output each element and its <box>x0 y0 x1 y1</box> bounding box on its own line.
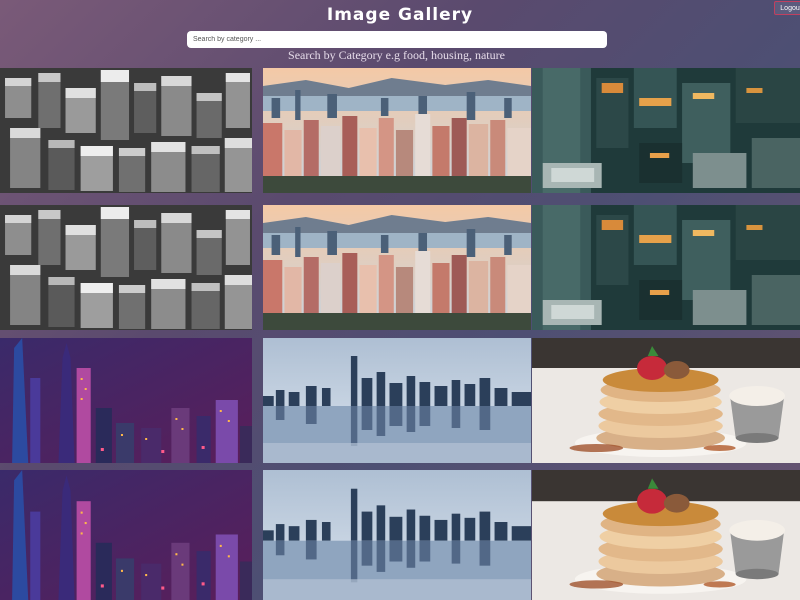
search-hint: Search by Category e.g food, housing, na… <box>288 48 505 62</box>
page-title: Image Gallery <box>326 5 474 25</box>
gallery-image-blue-skyline-reflection[interactable] <box>263 470 531 600</box>
gallery-image-blue-skyline-reflection[interactable] <box>263 338 531 463</box>
gallery-image-pancake-stack[interactable] <box>532 470 800 600</box>
gallery-image-harbor-city-sunset[interactable] <box>263 68 531 193</box>
gallery-image-harbor-city-sunset[interactable] <box>263 205 531 330</box>
search-input[interactable] <box>187 31 607 48</box>
gallery-image-bw-city-aerial[interactable] <box>0 68 252 193</box>
logout-button[interactable]: Logout <box>774 1 800 15</box>
gallery-image-teal-orange-rooftops[interactable] <box>532 205 800 330</box>
gallery-image-purple-night-skyline[interactable] <box>0 470 252 600</box>
gallery-image-purple-night-skyline[interactable] <box>0 338 252 463</box>
gallery-image-teal-orange-rooftops[interactable] <box>532 68 800 193</box>
gallery-image-pancake-stack[interactable] <box>532 338 800 463</box>
gallery-image-bw-city-aerial[interactable] <box>0 205 252 330</box>
